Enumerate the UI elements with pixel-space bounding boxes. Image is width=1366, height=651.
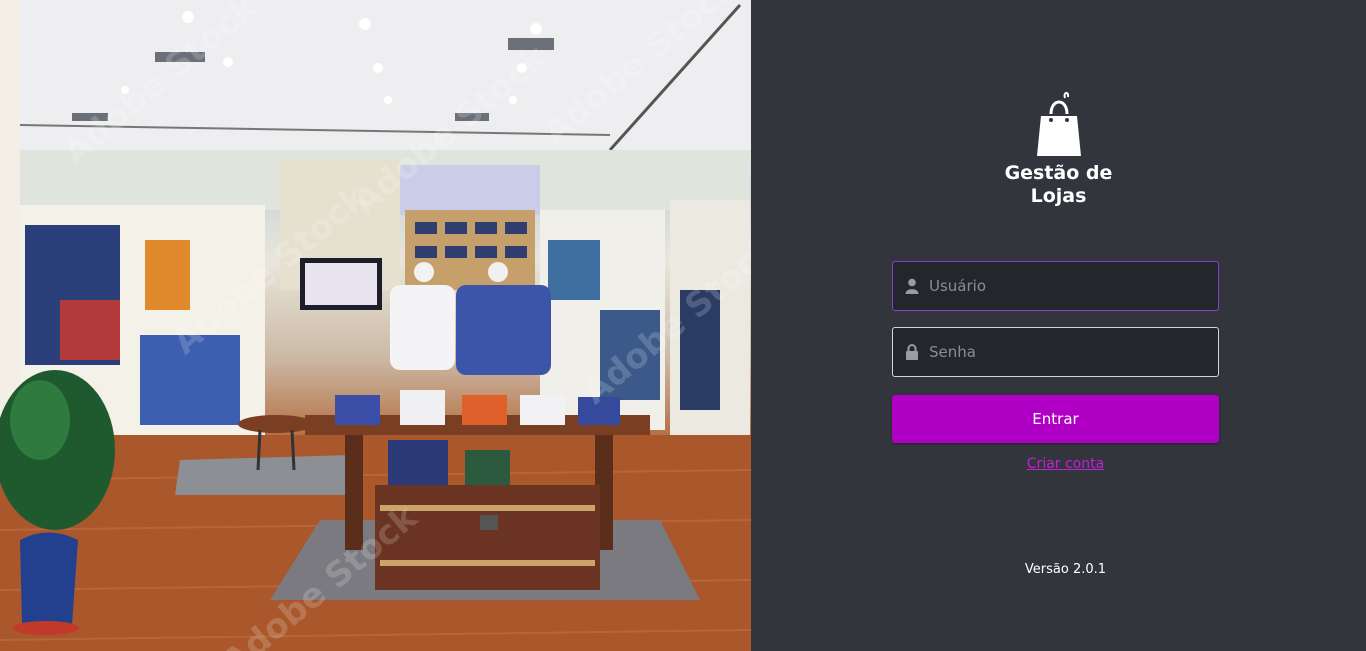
user-icon: [905, 278, 919, 294]
password-input[interactable]: [927, 342, 1201, 362]
create-account-link[interactable]: Criar conta: [1027, 456, 1104, 472]
username-input[interactable]: [927, 276, 1201, 296]
store-illustration: [0, 0, 751, 651]
shopping-bag-icon: [1036, 92, 1081, 156]
login-button[interactable]: Entrar: [892, 395, 1219, 443]
brand-logo: Gestão de Lojas: [751, 92, 1366, 208]
lock-icon: [905, 344, 919, 360]
create-account-link-row: Criar conta: [751, 456, 1366, 472]
version-label: Versão 2.0.1: [1024, 562, 1107, 577]
app-title: Gestão de Lojas: [751, 162, 1366, 208]
app-title-line1: Gestão de: [1004, 162, 1113, 184]
store-background-image: Adobe Stock Adobe Stock Adobe Stock Adob…: [0, 0, 751, 651]
username-field[interactable]: [892, 261, 1219, 311]
app-title-line2: Lojas: [1030, 185, 1087, 207]
password-field[interactable]: [892, 327, 1219, 377]
login-panel: Gestão de Lojas Entrar Criar conta Versã…: [751, 0, 1366, 651]
